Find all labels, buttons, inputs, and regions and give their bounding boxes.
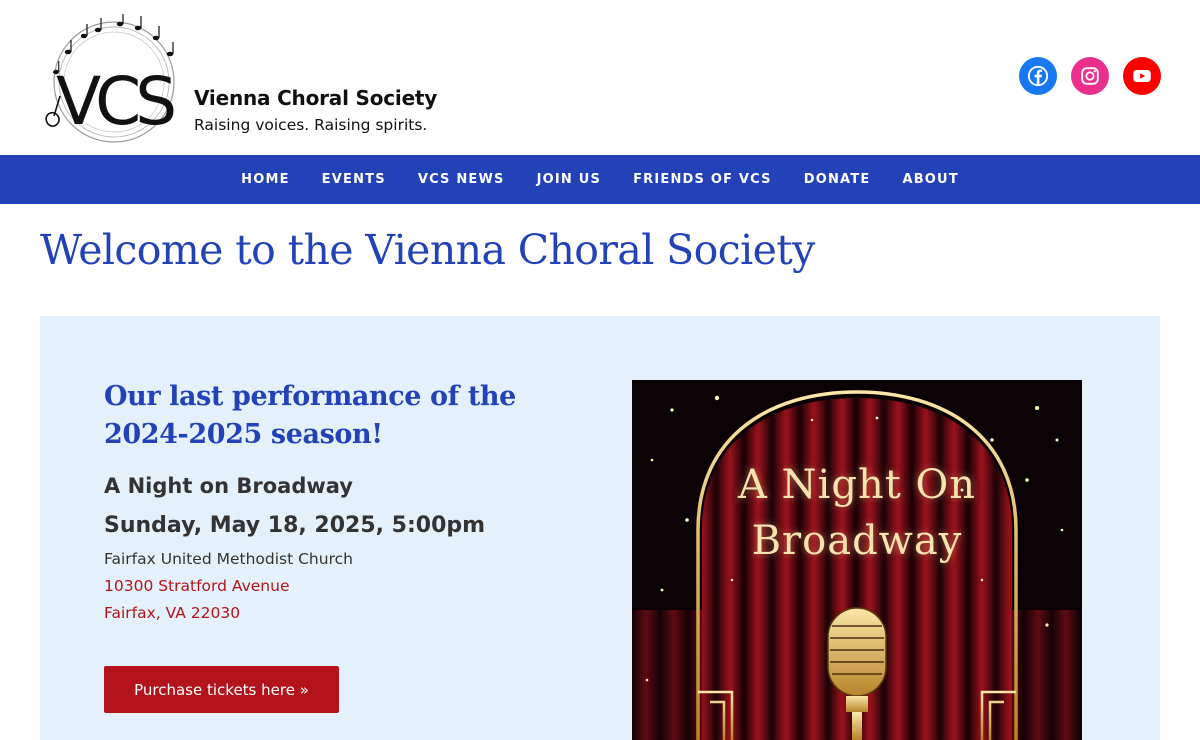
instagram-link[interactable] bbox=[1071, 57, 1109, 95]
svg-text:VCS: VCS bbox=[56, 63, 174, 140]
facebook-link[interactable] bbox=[1019, 57, 1057, 95]
instagram-icon bbox=[1081, 67, 1099, 85]
event-name: A Night on Broadway bbox=[104, 474, 353, 498]
event-address-line1-link[interactable]: 10300 Stratford Avenue bbox=[104, 577, 290, 595]
main-nav: HOME EVENTS VCS NEWS JOIN US FRIENDS OF … bbox=[0, 155, 1200, 204]
vcs-logo-icon: VCS bbox=[45, 14, 180, 143]
featured-event-panel: Our last performance of the 2024-2025 se… bbox=[40, 316, 1160, 740]
event-date: Sunday, May 18, 2025, 5:00pm bbox=[104, 513, 486, 538]
poster-title-line2: Broadway bbox=[751, 518, 963, 564]
event-address-line2-link[interactable]: Fairfax, VA 22030 bbox=[104, 604, 240, 622]
site-title: Vienna Choral Society bbox=[194, 86, 438, 110]
facebook-icon bbox=[1027, 65, 1049, 87]
site-header: VCS Vienna Choral Society Raising voices… bbox=[0, 0, 1200, 155]
nav-item-about[interactable]: ABOUT bbox=[886, 172, 974, 187]
youtube-link[interactable] bbox=[1123, 57, 1161, 95]
nav-list: HOME EVENTS VCS NEWS JOIN US FRIENDS OF … bbox=[0, 155, 1200, 204]
event-venue: Fairfax United Methodist Church bbox=[104, 550, 353, 568]
nav-item-join-us[interactable]: JOIN US bbox=[521, 172, 617, 187]
nav-item-friends-of-vcs[interactable]: FRIENDS OF VCS bbox=[617, 172, 788, 187]
nav-item-events[interactable]: EVENTS bbox=[306, 172, 402, 187]
nav-item-vcs-news[interactable]: VCS NEWS bbox=[402, 172, 521, 187]
purchase-tickets-button[interactable]: Purchase tickets here » bbox=[104, 666, 339, 713]
nav-item-donate[interactable]: DONATE bbox=[788, 172, 887, 187]
site-logo-link[interactable]: VCS Vienna Choral Society Raising voices… bbox=[38, 12, 458, 144]
page-title: Welcome to the Vienna Choral Society bbox=[40, 226, 815, 274]
feature-intro-heading: Our last performance of the 2024-2025 se… bbox=[104, 381, 516, 450]
site-tagline: Raising voices. Raising spirits. bbox=[194, 116, 428, 134]
event-poster-image: A Night On Broadway bbox=[632, 380, 1082, 740]
poster-title-line1: A Night On bbox=[737, 462, 977, 508]
nav-item-home[interactable]: HOME bbox=[225, 172, 306, 187]
youtube-icon bbox=[1133, 70, 1151, 82]
